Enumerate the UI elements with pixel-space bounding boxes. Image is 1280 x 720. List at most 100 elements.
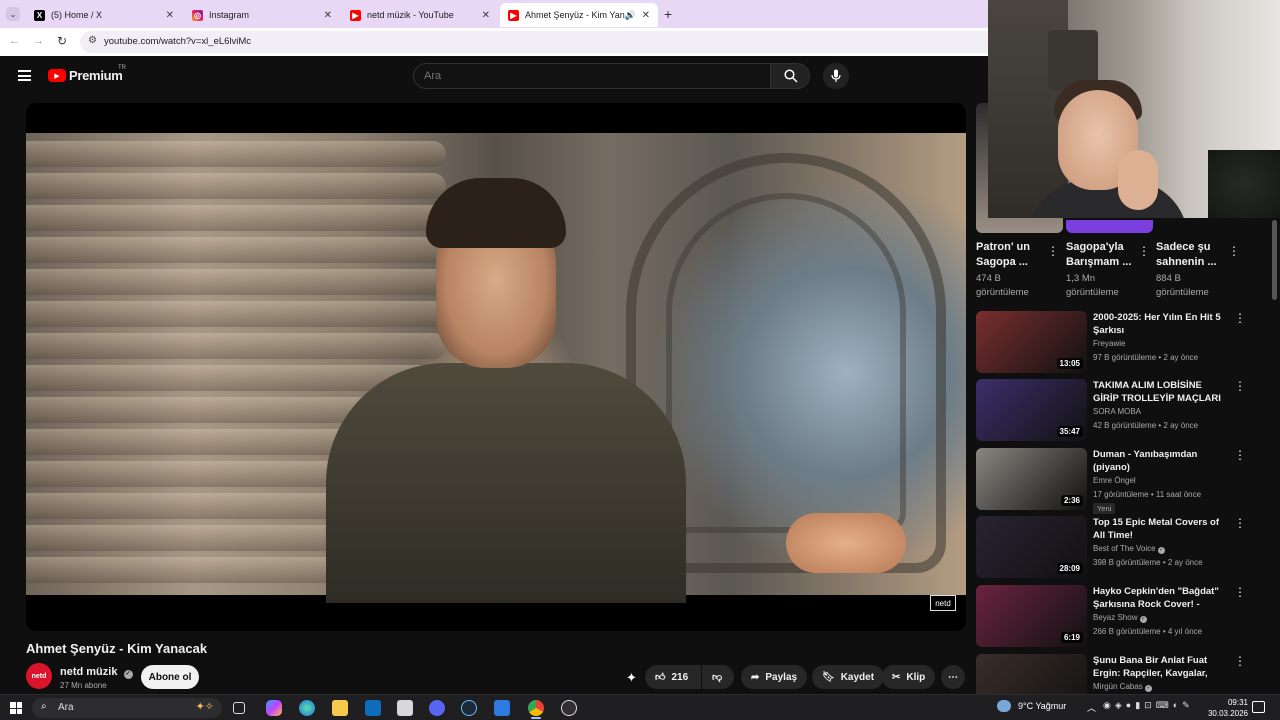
shorts-thumb-2[interactable] [1066,220,1153,233]
task-view-icon[interactable] [233,702,245,714]
clock[interactable]: 09:31 30.03.2026 [1208,697,1248,719]
channel-name[interactable]: netd müzik ✓ [60,666,133,679]
close-icon[interactable]: ✕ [324,10,332,21]
recommendation-meta: 266 B görüntüleme • 4 yıl önce [1093,627,1203,636]
verified-icon: ✓ [1145,685,1153,692]
tab-label: Ahmet Şenyüz - Kim Yanaca [525,10,625,20]
thumbs-down-icon: 👎︎ [712,672,723,683]
tab-search-dropdown[interactable]: ⌄ [6,7,20,21]
more-vertical-icon[interactable]: ⋮ [1234,448,1246,462]
voice-search-button[interactable] [823,63,849,89]
duration-badge: 6:19 [1060,632,1083,643]
recommendation-channel[interactable]: Freyawie [1093,339,1125,348]
search-highlight-icon: ✦✧ [195,701,214,713]
more-vertical-icon[interactable]: ⋮ [1228,244,1240,258]
subscriber-count: 27 Mn abone [60,681,107,690]
recommendation-title[interactable]: Şunu Bana Bir Anlat Fuat Ergin: Rapçiler… [1093,654,1229,680]
short-title-3[interactable]: Sadece şu sahnenin ... [1156,240,1226,270]
more-vertical-icon[interactable]: ⋮ [1234,379,1246,393]
tab-label: Instagram [209,10,250,20]
chevron-up-icon[interactable]: ︿ [1087,701,1096,714]
menu-icon[interactable] [18,70,31,81]
windows-start-icon[interactable] [10,702,22,714]
edge-icon[interactable] [299,700,315,716]
webcam-plant [1208,150,1280,218]
site-info-icon[interactable]: ⚙ [88,35,97,46]
recommendation-title[interactable]: 2000-2025: Her Yılın En Hit 5 Şarkısı [1093,311,1229,337]
weather-icon[interactable] [997,700,1011,712]
clip-button[interactable]: ✂ Klip [882,665,936,689]
clock-time: 09:31 [1227,698,1248,707]
steam-icon[interactable] [461,700,477,716]
discord-icon[interactable] [429,700,445,716]
tab-instagram[interactable]: ◎ Instagram ✕ [184,3,340,27]
recommendation-item[interactable]: 35:47 TAKIMA ALIM LOBİSİNE GİRİP TROLLEYİ… [976,379,1266,441]
save-button[interactable]: 🔖︎ Kaydet [812,665,885,689]
more-vertical-icon[interactable]: ⋮ [1234,516,1246,530]
subscribe-button[interactable]: Abone ol [141,665,199,689]
short-title-2[interactable]: Sagopa'yla Barışmam ... [1066,240,1136,270]
video-thumbnail[interactable]: 28:09 [976,516,1087,578]
video-thumbnail[interactable]: 6:19 [976,585,1087,647]
more-vertical-icon[interactable]: ⋮ [1234,585,1246,599]
forward-icon[interactable]: → [33,35,44,47]
recommendation-item[interactable]: 28:09 Top 15 Epic Metal Covers of All Tim… [976,516,1266,578]
youtube-premium-logo[interactable]: ▶ Premium TR [48,65,126,83]
new-tab-button[interactable]: + [664,6,672,22]
recommendation-item[interactable]: 2:36 Duman - Yanıbaşımdan (piyano) Emre Ön… [976,448,1266,514]
app-icon[interactable] [494,700,510,716]
recommendation-channel[interactable]: Best of The Voice ✓ [1093,544,1165,554]
search-button[interactable] [770,63,810,89]
recommendation-title[interactable]: Hayko Cepkin'den "Bağdat" Şarkısına Rock… [1093,585,1229,611]
recommendation-meta: 97 B görüntüleme • 2 ay önce [1093,353,1199,362]
tab-x[interactable]: X (5) Home / X ✕ [26,3,182,27]
recommendation-item[interactable]: 13:05 2000-2025: Her Yılın En Hit 5 Şarkı… [976,311,1266,373]
more-vertical-icon[interactable]: ⋮ [1138,244,1150,258]
recommendation-item[interactable]: 6:19 Hayko Cepkin'den "Bağdat" Şarkısına … [976,585,1266,647]
copilot-icon[interactable] [266,700,282,716]
dislike-button[interactable]: 👎︎ [702,665,734,689]
speaker-icon[interactable]: 🔊 [625,10,636,21]
close-icon[interactable]: ✕ [482,10,490,21]
more-vertical-icon[interactable]: ⋮ [1047,244,1059,258]
share-button[interactable]: ➦ Paylaş [741,665,808,689]
taskbar-search[interactable]: ⌕ Ara ✦✧ [32,698,222,718]
video-player[interactable]: netd [26,103,966,631]
file-explorer-icon[interactable] [332,700,348,716]
close-icon[interactable]: ✕ [642,10,650,21]
obs-icon[interactable] [561,700,577,716]
recommendation-channel[interactable]: SORA MOBA [1093,407,1141,416]
recommendation-title[interactable]: Top 15 Epic Metal Covers of All Time! [1093,516,1229,542]
address-bar[interactable]: ⚙ youtube.com/watch?v=xl_eL6lviMc [80,31,988,53]
recommendation-title[interactable]: TAKIMA ALIM LOBİSİNE GİRİP TROLLEYİP MAÇ… [1093,379,1229,405]
tab-current-video[interactable]: ▶ Ahmet Şenyüz - Kim Yanaca 🔊 ✕ [500,3,658,27]
outlook-icon[interactable] [365,700,381,716]
more-vertical-icon[interactable]: ⋮ [1234,654,1246,668]
weather-text[interactable]: 9°C Yağmur [1018,701,1066,711]
back-icon[interactable]: ← [9,35,20,47]
recommendation-channel[interactable]: Mirgün Cabas ✓ [1093,682,1153,692]
search-input[interactable] [424,70,754,82]
video-thumbnail[interactable]: 35:47 [976,379,1087,441]
close-icon[interactable]: ✕ [166,10,174,21]
like-button[interactable]: 👍︎ 216 [645,665,701,689]
reload-icon[interactable]: ↻ [57,34,67,48]
tray-icons[interactable]: ◉◈●▮⊡⌨◐✎ [1103,700,1194,711]
sparkle-icon[interactable]: ✦ [626,670,637,686]
share-icon: ➦ [751,671,760,683]
webcam-person-hand [1118,150,1158,210]
recommendation-channel[interactable]: Beyaz Show ✓ [1093,613,1147,623]
video-thumbnail[interactable]: 13:05 [976,311,1087,373]
chrome-icon[interactable] [528,700,544,716]
notification-icon[interactable] [1252,701,1265,713]
store-icon[interactable] [397,700,413,716]
tab-netd-youtube[interactable]: ▶ netd müzik - YouTube ✕ [342,3,498,27]
channel-avatar[interactable]: netd [26,663,52,689]
recommendation-channel[interactable]: Emre Öngel [1093,476,1136,485]
more-actions-button[interactable]: ⋯ [941,665,965,689]
more-vertical-icon[interactable]: ⋮ [1234,311,1246,325]
sidebar-scrollbar[interactable] [1272,220,1277,300]
recommendation-title[interactable]: Duman - Yanıbaşımdan (piyano) [1093,448,1229,474]
short-title-1[interactable]: Patron' un Sagopa ... [976,240,1046,270]
video-thumbnail[interactable]: 2:36 [976,448,1087,510]
